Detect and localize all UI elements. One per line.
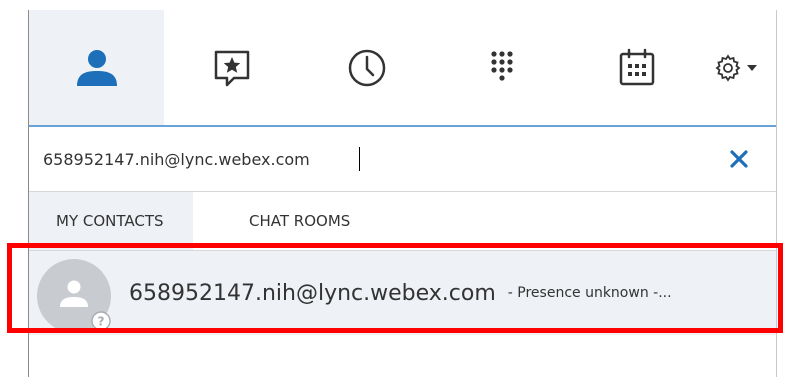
gear-icon xyxy=(715,53,741,82)
search-bar xyxy=(29,127,776,192)
tab-label: CHAT ROOMS xyxy=(249,212,351,230)
dialpad-icon xyxy=(491,50,513,81)
clock-icon xyxy=(348,49,386,86)
svg-text:?: ? xyxy=(98,315,105,329)
person-icon xyxy=(76,49,117,86)
nav-history[interactable] xyxy=(317,10,417,125)
presence-unknown-icon: ? xyxy=(91,311,111,331)
contact-presence-status: - Presence unknown -... xyxy=(507,285,672,301)
nav-settings[interactable] xyxy=(701,10,771,125)
app-window: MY CONTACTS CHAT ROOMS ? 658952147.nih@l… xyxy=(0,0,790,377)
results-tabs: MY CONTACTS CHAT ROOMS xyxy=(29,192,776,251)
nav-dialpad[interactable] xyxy=(452,10,552,125)
nav-chat[interactable] xyxy=(182,10,282,125)
nav-calendar[interactable] xyxy=(587,10,687,125)
contact-text: 658952147.nih@lync.webex.com - Presence … xyxy=(129,251,672,335)
chat-star-icon xyxy=(214,50,250,86)
nav-bar xyxy=(29,10,776,127)
tab-my-contacts[interactable]: MY CONTACTS xyxy=(29,192,193,250)
nav-contacts[interactable] xyxy=(29,10,164,125)
tab-chat-rooms[interactable]: CHAT ROOMS xyxy=(235,192,364,250)
clear-search-button[interactable] xyxy=(725,145,753,173)
search-input[interactable] xyxy=(43,145,693,173)
tab-label: MY CONTACTS xyxy=(56,212,164,230)
contact-result-row[interactable]: ? 658952147.nih@lync.webex.com - Presenc… xyxy=(29,251,776,335)
close-icon xyxy=(730,150,748,168)
chevron-down-icon xyxy=(747,64,757,71)
calendar-icon xyxy=(619,48,655,85)
text-caret xyxy=(359,147,360,171)
top-clipped-strip xyxy=(0,0,790,10)
contacts-panel: MY CONTACTS CHAT ROOMS ? 658952147.nih@l… xyxy=(28,10,777,377)
contact-name: 658952147.nih@lync.webex.com xyxy=(129,280,496,306)
